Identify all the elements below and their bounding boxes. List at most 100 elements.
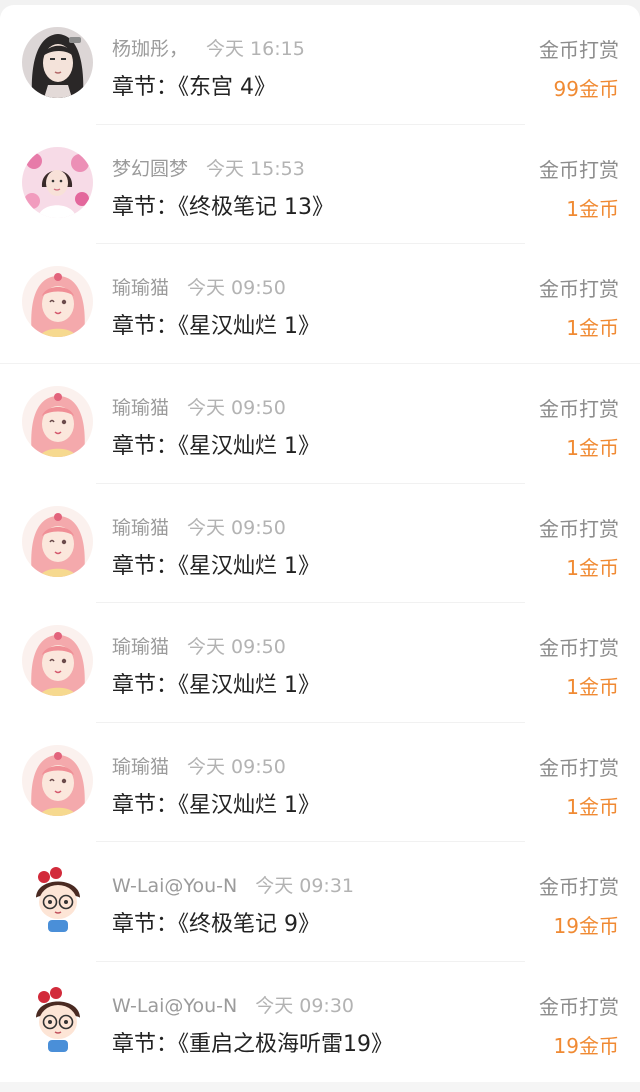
reward-amount: 1金币 bbox=[566, 794, 619, 819]
chapter-line: 章节：《终极笔记 9》 bbox=[112, 908, 320, 942]
chapter-prefix: 章节： bbox=[112, 792, 179, 818]
reward-list: 杨珈彤， 今天 16:15 章节：《东宫 4》 金币打赏 99金币 梦幻圆梦 今… bbox=[0, 0, 640, 1092]
avatar[interactable] bbox=[22, 744, 93, 816]
user-name[interactable]: 梦幻圆梦 bbox=[112, 158, 188, 180]
reward-amount: 19金币 bbox=[553, 914, 619, 939]
chapter-prefix: 章节： bbox=[112, 553, 179, 579]
chapter-line: 章节：《星汉灿烂 1》 bbox=[112, 310, 320, 344]
reward-time: 今天 09:50 bbox=[187, 397, 286, 419]
chapter-line: 章节：《星汉灿烂 1》 bbox=[112, 430, 320, 464]
black-hair-anime-girl-avatar bbox=[22, 27, 93, 98]
reward-row[interactable]: W-Lai@You-N 今天 09:30 章节：《重启之极海听雷19》 金币打赏 … bbox=[0, 962, 640, 1082]
name-time-line: 梦幻圆梦 今天 15:53 bbox=[112, 155, 305, 183]
reward-row[interactable]: 瑜瑜猫 今天 09:50 章节：《星汉灿烂 1》 金币打赏 1金币 bbox=[0, 603, 640, 723]
name-time-line: 瑜瑜猫 今天 09:50 bbox=[112, 394, 286, 422]
reward-amount: 1金币 bbox=[566, 555, 619, 580]
reward-type: 金币打赏 bbox=[539, 157, 619, 182]
avatar[interactable] bbox=[22, 146, 93, 218]
name-time-line: 瑜瑜猫 今天 09:50 bbox=[112, 753, 286, 781]
avatar[interactable] bbox=[22, 864, 93, 936]
pink-hair-anime-girl-avatar bbox=[22, 625, 93, 697]
chapter-title[interactable]: 《星汉灿烂 1》 bbox=[178, 673, 320, 698]
chapter-title[interactable]: 《终极笔记 13》 bbox=[178, 195, 334, 220]
chapter-title[interactable]: 《星汉灿烂 1》 bbox=[178, 314, 320, 339]
chapter-prefix: 章节： bbox=[112, 912, 179, 938]
cartoon-girl-with-glasses-avatar bbox=[22, 864, 93, 936]
reward-type: 金币打赏 bbox=[539, 277, 619, 302]
reward-amount: 1金币 bbox=[566, 196, 619, 221]
chapter-title[interactable]: 《星汉灿烂 1》 bbox=[178, 554, 320, 579]
chapter-title[interactable]: 《终极笔记 9》 bbox=[178, 912, 320, 937]
chapter-prefix: 章节： bbox=[112, 434, 179, 459]
reward-card-group: 杨珈彤， 今天 16:15 章节：《东宫 4》 金币打赏 99金币 梦幻圆梦 今… bbox=[0, 5, 640, 363]
bottom-strip bbox=[0, 1082, 640, 1092]
avatar[interactable] bbox=[22, 505, 93, 577]
reward-amount: 99金币 bbox=[553, 77, 619, 101]
reward-row[interactable]: 瑜瑜猫 今天 09:50 章节：《星汉灿烂 1》 金币打赏 1金币 bbox=[0, 244, 640, 364]
user-name[interactable]: W-Lai@You-N bbox=[112, 875, 237, 897]
chapter-prefix: 章节： bbox=[112, 673, 179, 699]
reward-row[interactable]: 梦幻圆梦 今天 15:53 章节：《终极笔记 13》 金币打赏 1金币 bbox=[0, 125, 640, 245]
user-name[interactable]: 瑜瑜猫 bbox=[112, 756, 169, 778]
avatar[interactable] bbox=[22, 625, 93, 697]
reward-time: 今天 16:15 bbox=[206, 38, 305, 60]
reward-type: 金币打赏 bbox=[539, 397, 619, 421]
reward-amount: 19金币 bbox=[553, 1034, 619, 1058]
reward-time: 今天 09:50 bbox=[187, 755, 286, 778]
pink-hair-anime-girl-avatar bbox=[22, 386, 93, 457]
reward-amount: 1金币 bbox=[566, 436, 619, 460]
chapter-prefix: 章节： bbox=[112, 1032, 179, 1057]
reward-time: 今天 15:53 bbox=[206, 157, 305, 180]
avatar[interactable] bbox=[22, 266, 93, 338]
pink-hair-anime-girl-avatar bbox=[22, 744, 93, 816]
reward-time: 今天 09:50 bbox=[187, 636, 286, 659]
name-time-line: W-Lai@You-N 今天 09:31 bbox=[112, 872, 354, 900]
chapter-line: 章节：《星汉灿烂 1》 bbox=[112, 669, 320, 703]
chapter-title[interactable]: 《星汉灿烂 1》 bbox=[178, 793, 320, 818]
user-name[interactable]: 瑜瑜猫 bbox=[112, 517, 169, 539]
reward-time: 今天 09:50 bbox=[187, 277, 286, 300]
user-name[interactable]: 瑜瑜猫 bbox=[112, 636, 169, 658]
user-name[interactable]: W-Lai@You-N bbox=[112, 995, 237, 1017]
reward-row[interactable]: 瑜瑜猫 今天 09:50 章节：《星汉灿烂 1》 金币打赏 1金币 bbox=[0, 484, 640, 604]
avatar[interactable] bbox=[22, 984, 93, 1055]
name-time-line: 瑜瑜猫 今天 09:50 bbox=[112, 633, 286, 661]
chapter-line: 章节：《终极笔记 13》 bbox=[112, 191, 334, 225]
user-name[interactable]: 瑜瑜猫 bbox=[112, 397, 169, 419]
chapter-title[interactable]: 《重启之极海听雷19》 bbox=[178, 1032, 393, 1057]
name-time-line: 杨珈彤， 今天 16:15 bbox=[112, 35, 305, 63]
user-name[interactable]: 瑜瑜猫 bbox=[112, 277, 169, 299]
name-time-line: 瑜瑜猫 今天 09:50 bbox=[112, 514, 286, 542]
pink-hair-anime-girl-avatar bbox=[22, 505, 93, 577]
pink-hair-anime-girl-avatar bbox=[22, 266, 93, 338]
reward-type: 金币打赏 bbox=[539, 38, 619, 62]
reward-row[interactable]: W-Lai@You-N 今天 09:31 章节：《终极笔记 9》 金币打赏 19金… bbox=[0, 842, 640, 962]
user-name[interactable]: 杨珈彤， bbox=[112, 38, 188, 60]
chapter-prefix: 章节： bbox=[112, 194, 179, 220]
chapter-line: 章节：《重启之极海听雷19》 bbox=[112, 1028, 393, 1062]
reward-type: 金币打赏 bbox=[539, 995, 619, 1019]
chapter-prefix: 章节： bbox=[112, 314, 179, 340]
chapter-title[interactable]: 《星汉灿烂 1》 bbox=[178, 434, 320, 459]
reward-type: 金币打赏 bbox=[539, 875, 619, 900]
chapter-line: 章节：《东宫 4》 bbox=[112, 71, 276, 105]
girl-in-pink-flowers-avatar bbox=[22, 146, 93, 218]
name-time-line: W-Lai@You-N 今天 09:30 bbox=[112, 992, 354, 1020]
chapter-prefix: 章节： bbox=[112, 75, 179, 100]
reward-row[interactable]: 瑜瑜猫 今天 09:50 章节：《星汉灿烂 1》 金币打赏 1金币 bbox=[0, 723, 640, 843]
cartoon-girl-with-glasses-avatar bbox=[22, 984, 93, 1055]
reward-row[interactable]: 杨珈彤， 今天 16:15 章节：《东宫 4》 金币打赏 99金币 bbox=[0, 5, 640, 125]
reward-type: 金币打赏 bbox=[539, 755, 619, 780]
reward-card-group: 瑜瑜猫 今天 09:50 章节：《星汉灿烂 1》 金币打赏 1金币 瑜瑜猫 今天… bbox=[0, 364, 640, 1092]
avatar[interactable] bbox=[22, 386, 93, 457]
reward-time: 今天 09:31 bbox=[255, 875, 354, 898]
chapter-line: 章节：《星汉灿烂 1》 bbox=[112, 789, 320, 823]
name-time-line: 瑜瑜猫 今天 09:50 bbox=[112, 274, 286, 302]
reward-amount: 1金币 bbox=[566, 675, 619, 700]
avatar[interactable] bbox=[22, 27, 93, 98]
chapter-title[interactable]: 《东宫 4》 bbox=[178, 75, 276, 100]
reward-amount: 1金币 bbox=[566, 316, 619, 341]
reward-time: 今天 09:30 bbox=[255, 995, 354, 1017]
reward-row[interactable]: 瑜瑜猫 今天 09:50 章节：《星汉灿烂 1》 金币打赏 1金币 bbox=[0, 364, 640, 484]
reward-type: 金币打赏 bbox=[539, 516, 619, 541]
